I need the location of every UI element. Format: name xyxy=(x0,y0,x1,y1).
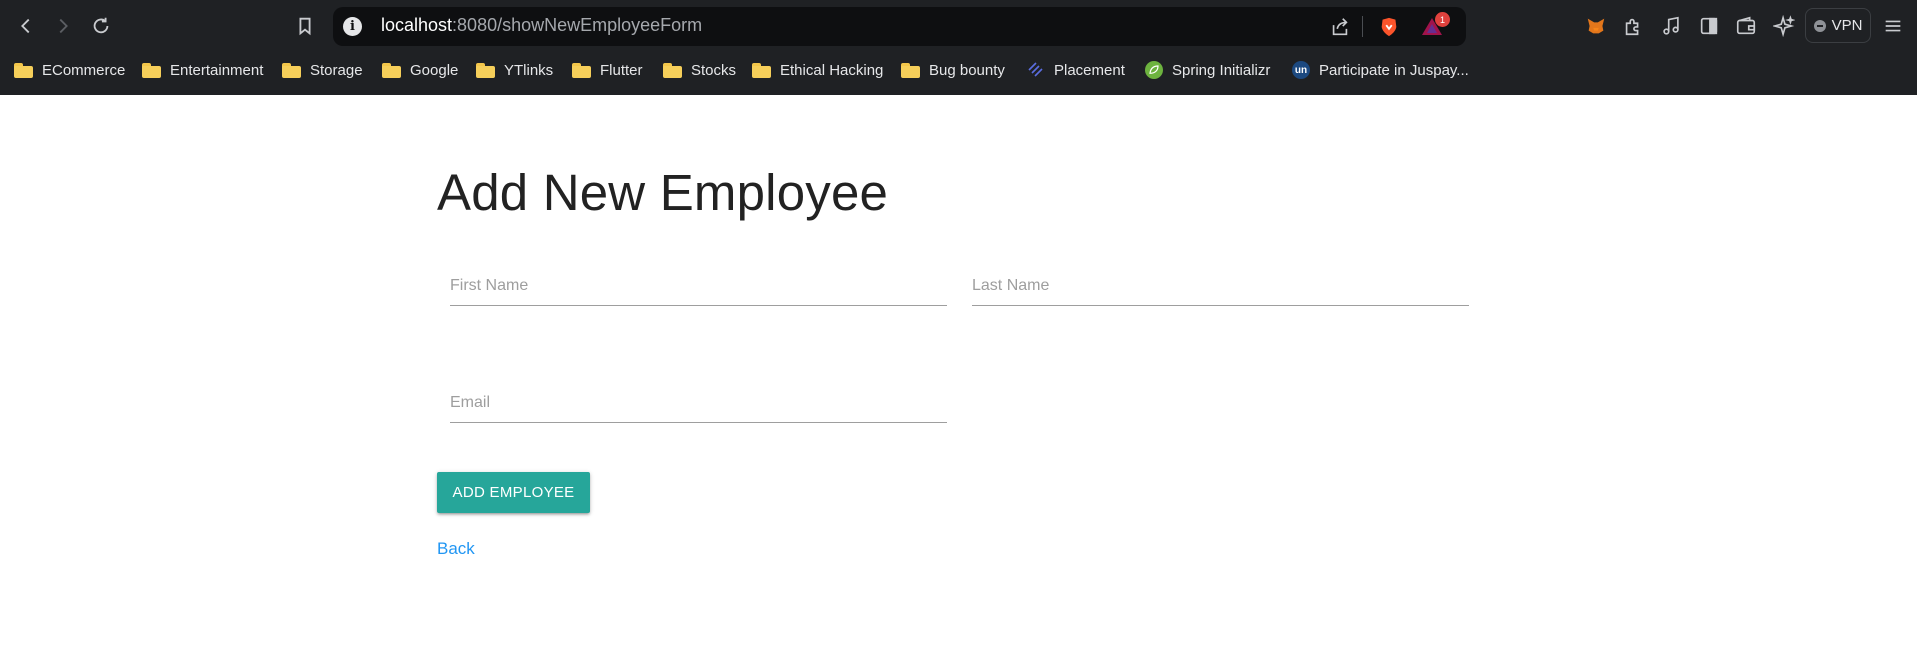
vpn-status-icon xyxy=(1813,19,1826,32)
rewards-badge: 1 xyxy=(1435,12,1450,27)
bookmark-folder-google[interactable]: Google xyxy=(382,55,458,85)
reload-icon[interactable] xyxy=(87,12,115,40)
bookmark-label: Placement xyxy=(1054,61,1125,79)
bookmark-label: Spring Initializr xyxy=(1172,61,1271,79)
bookmark-label: Stocks xyxy=(691,61,737,79)
bookmark-icon[interactable] xyxy=(291,12,319,40)
bookmark-folder-ecommerce[interactable]: ECommerce xyxy=(14,55,125,85)
bookmark-spring-initializr[interactable]: Spring Initializr xyxy=(1145,55,1270,85)
url-text[interactable]: localhost:8080/showNewEmployeeForm xyxy=(381,15,702,36)
email-field xyxy=(450,373,947,423)
bookmark-label: YTlinks xyxy=(504,61,554,79)
url-divider xyxy=(1362,16,1363,37)
first-name-input[interactable] xyxy=(450,266,947,306)
vpn-label: VPN xyxy=(1831,17,1863,34)
extensions-puzzle-icon[interactable] xyxy=(1620,13,1646,39)
last-name-input[interactable] xyxy=(972,266,1469,306)
page-title: Add New Employee xyxy=(437,164,889,221)
share-icon[interactable] xyxy=(1328,15,1352,39)
bookmark-juspay[interactable]: un Participate in Juspay... xyxy=(1292,55,1469,85)
vpn-button[interactable]: VPN xyxy=(1805,8,1871,43)
email-input[interactable] xyxy=(450,383,947,423)
forward-arrow-icon[interactable] xyxy=(49,12,77,40)
bookmark-folder-ytlinks[interactable]: YTlinks xyxy=(476,55,553,85)
placement-favicon xyxy=(1027,61,1045,79)
bookmark-label: Storage xyxy=(310,61,363,79)
folder-icon xyxy=(282,62,301,78)
metamask-fox-icon[interactable] xyxy=(1583,13,1609,39)
folder-icon xyxy=(901,62,920,78)
wallet-icon[interactable] xyxy=(1733,13,1759,39)
back-arrow-icon[interactable] xyxy=(12,12,40,40)
bookmark-folder-bug-bounty[interactable]: Bug bounty xyxy=(901,55,1005,85)
address-bar[interactable]: i localhost:8080/showNewEmployeeForm 1 xyxy=(333,7,1466,46)
folder-icon xyxy=(752,62,771,78)
bookmark-label: Flutter xyxy=(600,61,643,79)
bookmark-label: Ethical Hacking xyxy=(780,61,884,79)
unstop-favicon: un xyxy=(1292,61,1310,79)
last-name-field xyxy=(972,256,1469,306)
leo-ai-sparkle-icon[interactable] xyxy=(1771,13,1797,39)
bookmarks-bar: ECommerce Entertainment Storage Google Y… xyxy=(0,55,1917,85)
bookmark-folder-entertainment[interactable]: Entertainment xyxy=(142,55,263,85)
brave-rewards-icon[interactable]: 1 xyxy=(1417,12,1450,39)
music-note-icon[interactable] xyxy=(1658,13,1684,39)
folder-icon xyxy=(142,62,161,78)
page-content: Add New Employee ADD EMPLOYEE Back xyxy=(0,95,1917,667)
spring-favicon xyxy=(1145,61,1163,79)
folder-icon xyxy=(476,62,495,78)
brave-shields-icon[interactable] xyxy=(1377,15,1401,39)
back-link[interactable]: Back xyxy=(437,539,475,559)
bookmark-placement[interactable]: Placement xyxy=(1027,55,1125,85)
browser-chrome: i localhost:8080/showNewEmployeeForm 1 V… xyxy=(0,0,1917,95)
first-name-field xyxy=(450,256,947,306)
folder-icon xyxy=(382,62,401,78)
browser-toolbar: i localhost:8080/showNewEmployeeForm 1 V… xyxy=(0,0,1917,52)
bookmark-label: Entertainment xyxy=(170,61,264,79)
folder-icon xyxy=(14,62,33,78)
folder-icon xyxy=(663,62,682,78)
bookmark-folder-stocks[interactable]: Stocks xyxy=(663,55,736,85)
bookmark-folder-ethical-hacking[interactable]: Ethical Hacking xyxy=(752,55,883,85)
sidebar-toggle-icon[interactable] xyxy=(1696,13,1722,39)
add-employee-button[interactable]: ADD EMPLOYEE xyxy=(437,472,590,513)
menu-hamburger-icon[interactable] xyxy=(1880,13,1906,39)
bookmark-label: ECommerce xyxy=(42,61,126,79)
folder-icon xyxy=(572,62,591,78)
bookmark-label: Participate in Juspay... xyxy=(1319,61,1469,79)
bookmark-label: Google xyxy=(410,61,459,79)
bookmark-folder-flutter[interactable]: Flutter xyxy=(572,55,643,85)
site-info-icon[interactable]: i xyxy=(343,17,362,36)
bookmark-folder-storage[interactable]: Storage xyxy=(282,55,363,85)
bookmark-label: Bug bounty xyxy=(929,61,1005,79)
